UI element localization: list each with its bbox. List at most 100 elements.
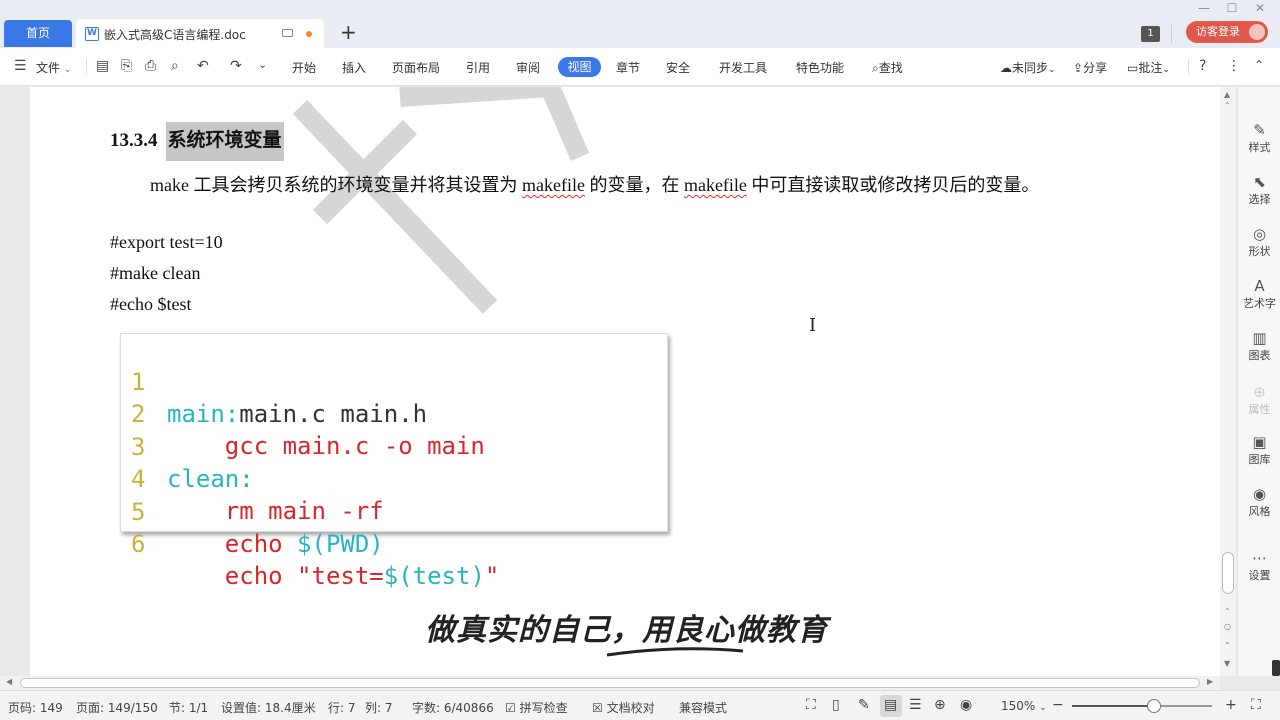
tab-chapter[interactable]: 章节 bbox=[616, 59, 640, 76]
help-icon[interactable]: ? bbox=[1199, 58, 1206, 74]
scroll-down-icon[interactable]: ▼ bbox=[1224, 659, 1230, 668]
spellcheck-word[interactable]: makefile bbox=[522, 175, 585, 195]
status-page-code[interactable]: 页码: 149 bbox=[8, 699, 63, 716]
scroll-thumb[interactable] bbox=[20, 678, 1200, 688]
guest-login-label: 访客登录 bbox=[1196, 25, 1240, 38]
chevron-down-icon: ⌄ bbox=[1048, 65, 1056, 75]
zoom-slider-knob[interactable] bbox=[1147, 699, 1161, 713]
sidebar-item-style[interactable]: ✎ 样式 bbox=[1238, 121, 1280, 155]
status-words[interactable]: 字数: 6/40866 bbox=[412, 699, 494, 716]
sidebar-item-chart[interactable]: ▥ 图表 bbox=[1238, 329, 1280, 363]
tab-review[interactable]: 审阅 bbox=[516, 59, 540, 76]
tab-special-features[interactable]: 特色功能 bbox=[796, 59, 844, 76]
document-area[interactable]: 13.3.4 系统环境变量 make 工具会拷贝系统的环境变量并将其设置为 mak… bbox=[0, 87, 1220, 676]
page-view-icon[interactable]: ▤ bbox=[884, 697, 897, 713]
more-chevron-icon[interactable]: ⌄ bbox=[258, 58, 267, 71]
redo-icon[interactable]: ↷ bbox=[230, 58, 242, 74]
zoom-select[interactable]: 150% ⌄ bbox=[1001, 699, 1047, 713]
heading-text-selected[interactable]: 系统环境变量 bbox=[165, 122, 284, 161]
sidebar-item-theme[interactable]: ◉ 风格 bbox=[1238, 485, 1280, 519]
tab-view[interactable]: 视图 bbox=[558, 57, 601, 77]
tab-references[interactable]: 引用 bbox=[466, 59, 490, 76]
sidebar-item-shape[interactable]: ◎ 形状 bbox=[1238, 225, 1280, 259]
scroll-right-icon[interactable]: ▶ bbox=[1207, 677, 1213, 686]
close-button[interactable]: ✕ bbox=[1246, 1, 1274, 15]
tab-insert[interactable]: 插入 bbox=[342, 59, 366, 76]
command-line[interactable]: #export test=10 bbox=[110, 232, 223, 253]
horizontal-scrollbar[interactable]: ◀ ▶ bbox=[0, 676, 1220, 690]
status-setting[interactable]: 设置值: 18.4厘米 bbox=[221, 699, 316, 716]
spell-check-button[interactable]: ☑ 拼写检查 bbox=[505, 699, 568, 716]
collapse-ribbon-icon[interactable]: ⌃ bbox=[1254, 58, 1264, 72]
add-tab-button[interactable]: + bbox=[340, 22, 357, 42]
brush-stroke-icon bbox=[606, 647, 744, 657]
sidebar-item-settings[interactable]: ⋯ 设置 bbox=[1238, 549, 1280, 583]
spellcheck-icon: ☑ bbox=[505, 701, 516, 715]
export-icon[interactable]: ⎘ bbox=[121, 58, 132, 74]
undo-icon[interactable]: ↶ bbox=[197, 58, 209, 74]
sidebar-item-select[interactable]: ⬉ 选择 bbox=[1238, 173, 1280, 207]
share-button[interactable]: ⇪分享 bbox=[1073, 59, 1107, 76]
sidebar-item-properties[interactable]: ⊕ 属性 bbox=[1238, 383, 1280, 417]
scroll-up-icon[interactable]: ▲ bbox=[1224, 90, 1230, 99]
monitor-icon[interactable] bbox=[282, 29, 293, 37]
reading-mode-icon[interactable]: ▯ bbox=[832, 697, 840, 713]
body-paragraph[interactable]: make 工具会拷贝系统的环境变量并将其设置为 makefile 的变量，在 m… bbox=[110, 170, 1170, 201]
next-page-icon[interactable]: ⌄ bbox=[1224, 637, 1231, 646]
page-up-icon[interactable]: ⌃ bbox=[1224, 101, 1231, 110]
chevron-down-icon: ⌄ bbox=[1039, 703, 1047, 713]
status-row: 行: 7 bbox=[328, 701, 356, 715]
vertical-scrollbar[interactable]: ▲ ⌃ ⌃ ○ ⌄ ▼ bbox=[1220, 87, 1236, 676]
proofread-button[interactable]: ☒ 文档校对 bbox=[592, 699, 655, 716]
sidebar-item-gallery[interactable]: ▣ 图库 bbox=[1238, 433, 1280, 467]
spell-label: 拼写检查 bbox=[519, 701, 568, 715]
save-icon[interactable]: ▤ bbox=[96, 58, 109, 74]
prev-page-icon[interactable]: ⌃ bbox=[1224, 607, 1231, 616]
scroll-left-icon[interactable]: ◀ bbox=[6, 677, 12, 686]
zoom-out-icon[interactable]: − bbox=[1052, 697, 1064, 713]
tab-home[interactable]: 首页 bbox=[4, 20, 72, 47]
text-cursor-icon: I bbox=[809, 315, 817, 336]
status-section[interactable]: 节: 1/1 bbox=[169, 699, 208, 716]
web-view-icon[interactable]: ⊕ bbox=[934, 697, 946, 713]
zoom-in-icon[interactable]: + bbox=[1225, 697, 1237, 713]
eye-protection-icon[interactable]: ◉ bbox=[960, 697, 972, 713]
divider bbox=[1188, 59, 1189, 75]
comment-button[interactable]: ▭批注⌄ bbox=[1127, 59, 1170, 76]
write-mode-icon[interactable]: ✎ bbox=[858, 697, 870, 713]
sidebar-item-wordart[interactable]: A 艺术字 bbox=[1238, 277, 1280, 311]
document-page[interactable]: 13.3.4 系统环境变量 make 工具会拷贝系统的环境变量并将其设置为 mak… bbox=[30, 87, 1220, 676]
more-icon[interactable]: ⋮ bbox=[1227, 58, 1241, 74]
gallery-icon: ▣ bbox=[1252, 433, 1267, 451]
find-button[interactable]: ⌕查找 bbox=[872, 59, 903, 76]
command-line[interactable]: #make clean bbox=[110, 263, 200, 284]
tab-document[interactable]: W 嵌入式高级C语言编程.doc bbox=[76, 19, 324, 48]
status-page[interactable]: 页面: 149/150 bbox=[76, 699, 158, 716]
menu-file[interactable]: 文件 ⌄ bbox=[36, 59, 71, 76]
minimize-button[interactable]: — bbox=[1190, 1, 1218, 15]
print-icon[interactable]: ⎙ bbox=[145, 58, 156, 74]
tab-start[interactable]: 开始 bbox=[292, 59, 316, 76]
scroll-thumb[interactable] bbox=[1222, 552, 1234, 594]
fullscreen-icon[interactable]: ⛶ bbox=[806, 697, 816, 713]
hamburger-icon[interactable]: ☰ bbox=[14, 58, 27, 74]
window-count-badge[interactable]: 1 bbox=[1141, 26, 1160, 42]
print-preview-icon[interactable]: ⌕ bbox=[171, 58, 179, 74]
word-doc-icon: W bbox=[85, 27, 99, 41]
guest-login-button[interactable]: 访客登录 bbox=[1186, 21, 1268, 43]
share-icon: ⇪ bbox=[1073, 61, 1084, 75]
fit-window-icon[interactable]: ⛶ bbox=[1251, 697, 1261, 713]
code-image[interactable]: 1 main:main.c main.h 2 gcc main.c -o mai… bbox=[120, 333, 668, 590]
outline-view-icon[interactable]: ☰ bbox=[909, 697, 922, 713]
maximize-button[interactable]: ☐ bbox=[1218, 1, 1246, 15]
tab-security[interactable]: 安全 bbox=[666, 59, 690, 76]
spellcheck-word[interactable]: makefile bbox=[684, 175, 747, 195]
command-line[interactable]: #echo $test bbox=[110, 294, 191, 315]
chart-icon: ▥ bbox=[1252, 329, 1267, 347]
slogan-text: 做真实的自己，用良心做教育 bbox=[425, 613, 828, 648]
sync-button[interactable]: ☁未同步⌄ bbox=[1000, 59, 1056, 76]
tab-developer-tools[interactable]: 开发工具 bbox=[719, 59, 767, 76]
sidebar-handle-icon[interactable] bbox=[1272, 660, 1280, 676]
select-browse-icon[interactable]: ○ bbox=[1224, 622, 1231, 631]
tab-page-layout[interactable]: 页面布局 bbox=[392, 59, 440, 76]
